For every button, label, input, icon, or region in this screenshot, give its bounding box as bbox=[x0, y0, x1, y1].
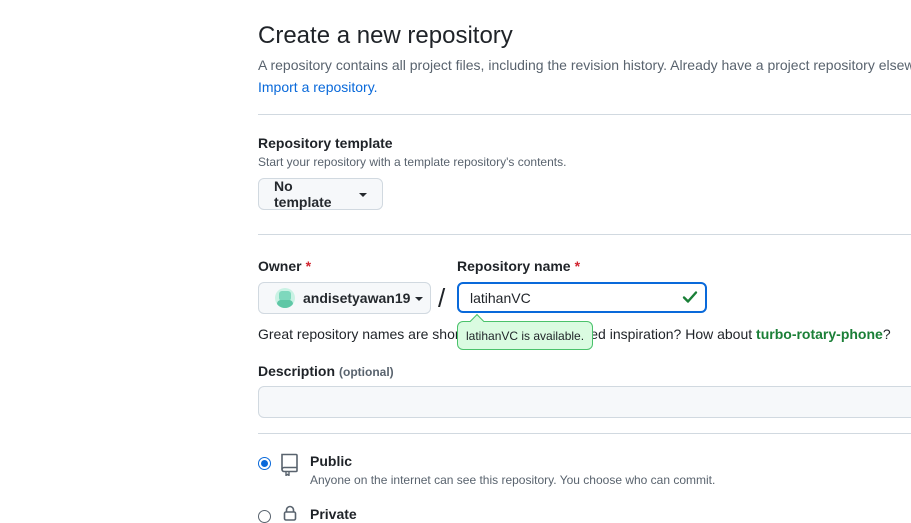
visibility-private-radio[interactable] bbox=[258, 510, 271, 523]
intro-text: A repository contains all project files,… bbox=[258, 57, 911, 73]
chevron-down-icon bbox=[415, 297, 424, 301]
repo-icon bbox=[281, 453, 298, 476]
availability-tooltip: latihanVC is available. bbox=[457, 321, 594, 350]
repo-name-label-text: Repository name bbox=[457, 258, 571, 274]
description-input[interactable] bbox=[258, 386, 911, 418]
description-label-text: Description bbox=[258, 363, 336, 379]
chevron-down-icon bbox=[359, 193, 367, 197]
description-label: Description (optional) bbox=[258, 363, 394, 379]
check-icon bbox=[682, 291, 698, 303]
visibility-public-radio[interactable] bbox=[258, 457, 271, 470]
avatar bbox=[275, 288, 295, 308]
owner-label-text: Owner bbox=[258, 258, 302, 274]
template-select-button[interactable]: No template bbox=[258, 178, 383, 210]
repo-name-input[interactable] bbox=[457, 282, 707, 313]
lock-icon bbox=[283, 505, 297, 521]
template-selected-label: No template bbox=[274, 178, 332, 210]
import-repository-link[interactable]: Import a repository. bbox=[258, 79, 378, 95]
repo-name-label: Repository name * bbox=[457, 258, 580, 274]
divider bbox=[258, 114, 911, 115]
divider bbox=[258, 234, 911, 235]
optional-tag: (optional) bbox=[339, 365, 394, 379]
template-hint: Start your repository with a template re… bbox=[258, 155, 567, 169]
owner-selected-label: andisetyawan19 bbox=[303, 290, 411, 306]
required-mark: * bbox=[574, 258, 581, 274]
template-label: Repository template bbox=[258, 135, 393, 151]
visibility-public-title: Public bbox=[310, 453, 353, 469]
suggested-name-link[interactable]: turbo-rotary-phone bbox=[756, 326, 883, 342]
visibility-private-title: Private bbox=[310, 506, 357, 522]
owner-repo-separator: / bbox=[438, 283, 446, 313]
required-mark: * bbox=[305, 258, 312, 274]
owner-select-button[interactable]: andisetyawan19 bbox=[258, 282, 431, 314]
availability-tooltip-text: latihanVC is available. bbox=[466, 328, 585, 343]
page-title: Create a new repository bbox=[258, 22, 513, 49]
suggestion-suffix: ? bbox=[882, 326, 891, 342]
visibility-public-description: Anyone on the internet can see this repo… bbox=[310, 473, 716, 487]
divider bbox=[258, 433, 911, 434]
owner-label: Owner * bbox=[258, 258, 311, 274]
